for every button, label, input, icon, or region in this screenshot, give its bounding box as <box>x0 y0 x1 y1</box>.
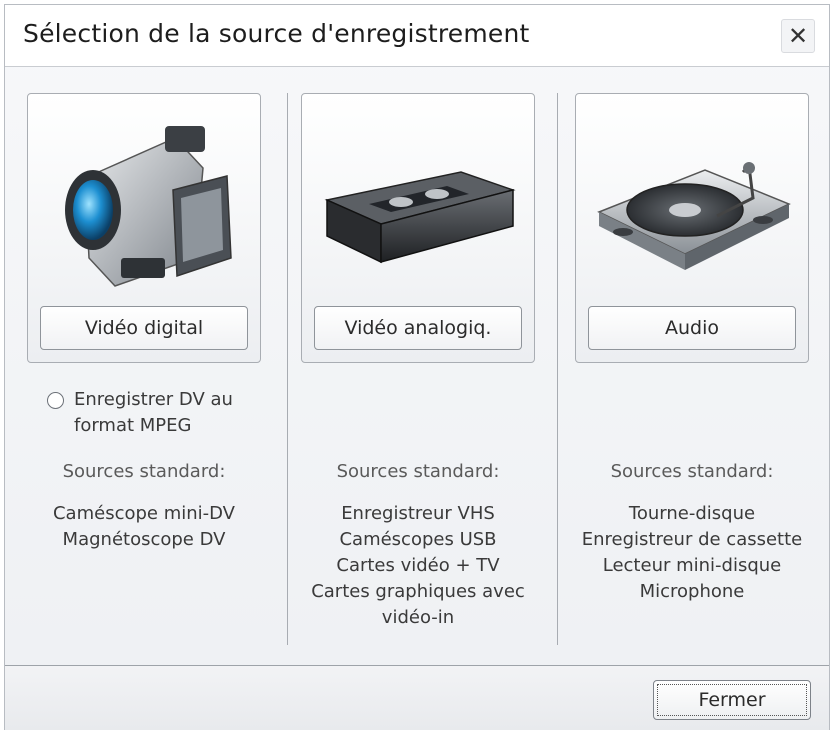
sources-list-digital: Caméscope mini-DV Magnétoscope DV <box>9 501 279 553</box>
audio-tile[interactable]: Audio <box>575 93 809 363</box>
sources-heading-audio: Sources standard: <box>610 461 774 482</box>
sources-list-analog: Enregistreur VHS Caméscopes USB Cartes v… <box>283 501 553 631</box>
list-item: Magnétoscope DV <box>62 529 226 550</box>
dialog-title: Sélection de la source d'enregistrement <box>23 19 530 48</box>
title-bar: Sélection de la source d'enregistrement … <box>5 5 829 67</box>
column-digital-video: Vidéo digital <box>27 93 261 363</box>
camcorder-icon <box>65 126 232 287</box>
recording-source-dialog: Sélection de la source d'enregistrement … <box>4 4 830 730</box>
list-item: Microphone <box>639 581 745 602</box>
audio-button[interactable]: Audio <box>588 306 796 350</box>
vhs-cassette-icon <box>324 171 516 264</box>
digital-video-button[interactable]: Vidéo digital <box>40 306 248 350</box>
record-dv-mpeg-radio[interactable] <box>47 392 64 409</box>
digital-video-tile[interactable]: Vidéo digital <box>27 93 261 363</box>
analog-video-button[interactable]: Vidéo analogiq. <box>314 306 522 350</box>
sources-heading-digital: Sources standard: <box>62 461 226 482</box>
list-item: Cartes vidéo + TV <box>336 555 500 576</box>
column-audio: Audio <box>575 93 809 363</box>
list-item: Tourne-disque <box>628 503 756 524</box>
list-item: Enregistreur VHS <box>341 503 495 524</box>
sources-list-audio: Tourne-disque Enregistreur de cassette L… <box>557 501 827 605</box>
turntable-icon <box>597 162 791 270</box>
record-dv-mpeg-label: Enregistrer DV au format MPEG <box>74 389 233 436</box>
sources-heading-analog: Sources standard: <box>336 461 500 482</box>
list-item: Cartes graphiques avec <box>311 581 525 602</box>
list-item: Lecteur mini-disque <box>602 555 782 576</box>
list-item: Caméscope mini-DV <box>52 503 235 524</box>
list-item: Caméscopes USB <box>339 529 497 550</box>
column-analog-video: Vidéo analogiq. <box>301 93 535 363</box>
list-item: vidéo-in <box>381 607 455 628</box>
close-icon[interactable]: ✕ <box>781 19 815 53</box>
analog-video-tile[interactable]: Vidéo analogiq. <box>301 93 535 363</box>
list-item: Enregistreur de cassette <box>581 529 803 550</box>
close-button[interactable]: Fermer <box>653 680 811 720</box>
record-dv-mpeg-option[interactable]: Enregistrer DV au format MPEG <box>47 387 287 439</box>
dialog-footer: Fermer <box>5 666 829 730</box>
